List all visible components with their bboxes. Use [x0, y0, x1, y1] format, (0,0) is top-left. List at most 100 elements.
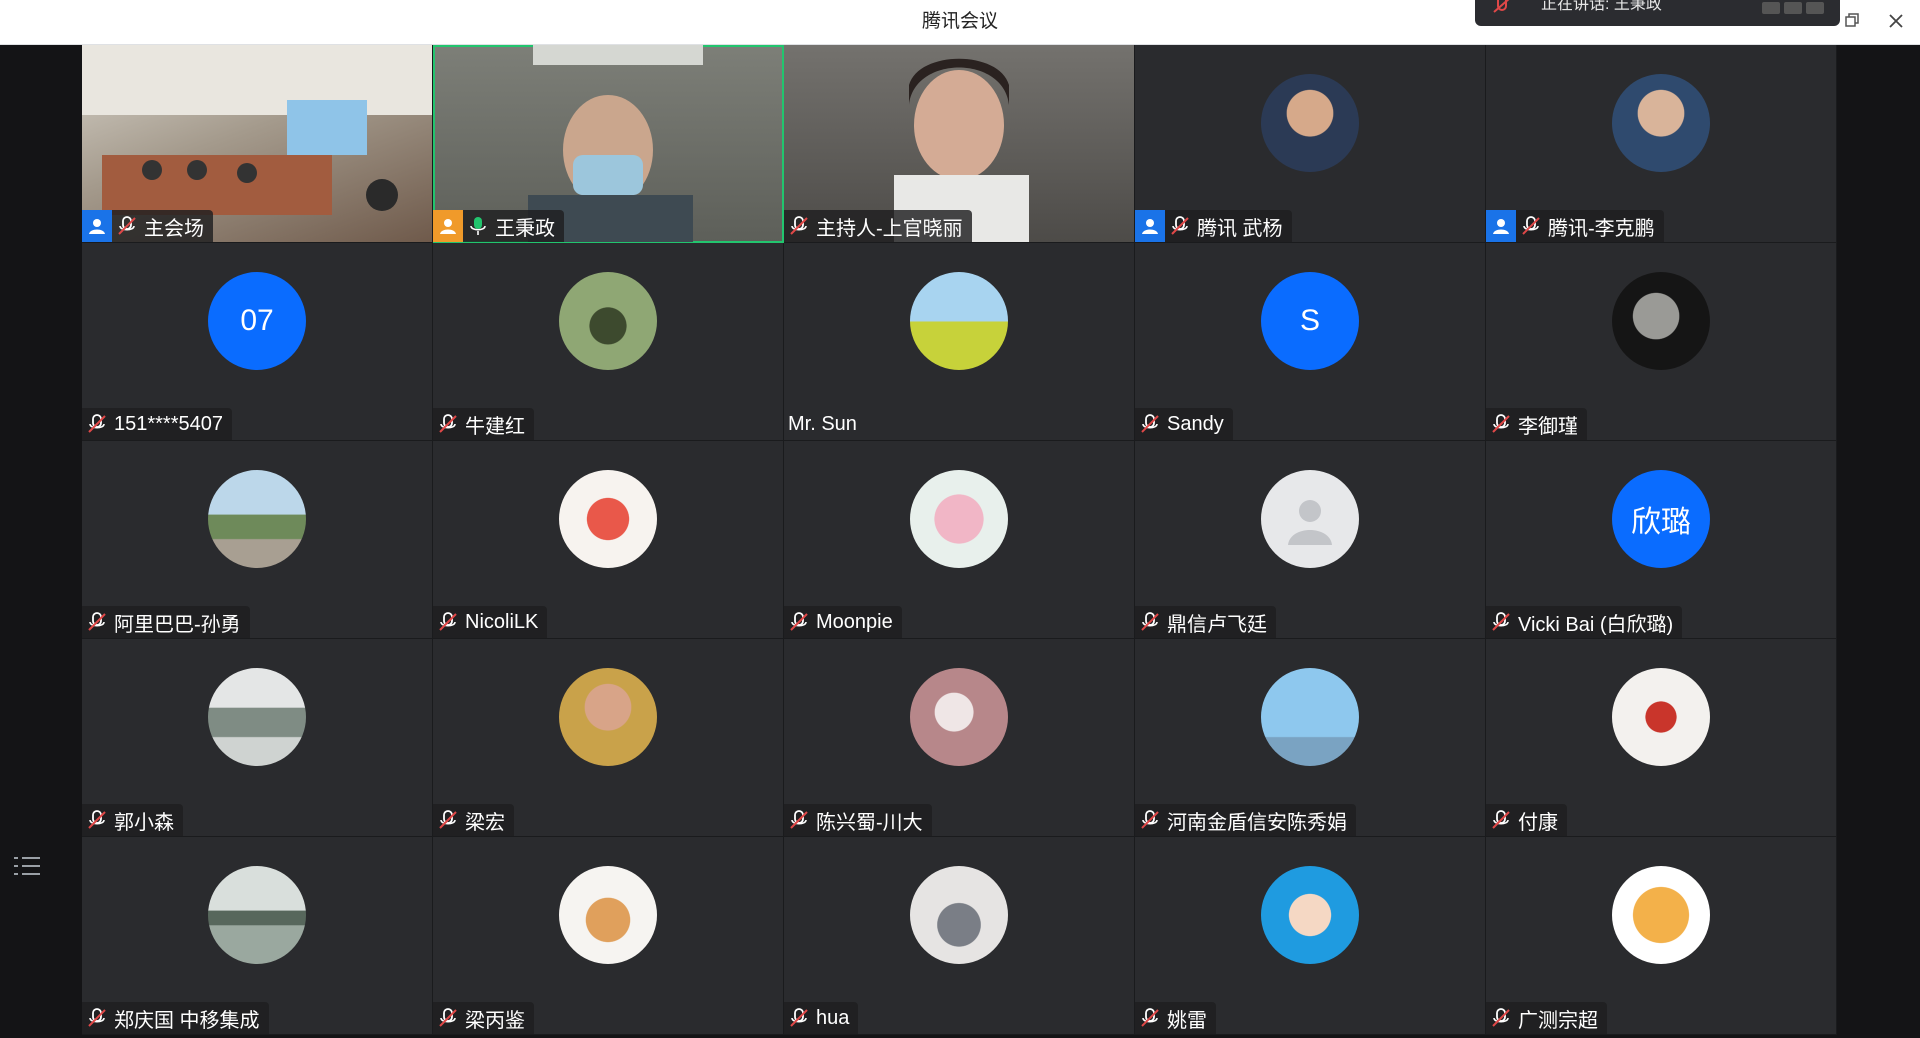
participant-avatar: [910, 668, 1008, 766]
participant-name-bar: Sandy: [1135, 408, 1233, 440]
participant-name: 河南金盾信安陈秀娟: [1167, 811, 1347, 834]
participant-tile[interactable]: 腾讯-李克鹏: [1486, 45, 1837, 243]
participant-tile[interactable]: 欣璐 Vicki Bai (白欣璐): [1486, 441, 1837, 639]
participant-name: 付康: [1518, 811, 1558, 834]
participant-tile[interactable]: Moonpie: [784, 441, 1135, 639]
participant-tile[interactable]: 李御瑾: [1486, 243, 1837, 441]
participant-avatar: [208, 470, 306, 568]
participant-name: 主会场: [144, 217, 204, 240]
participant-tile[interactable]: 鼎信卢飞廷: [1135, 441, 1486, 639]
mic-on-icon: [470, 217, 486, 235]
mic-muted-icon: [439, 612, 457, 631]
participant-tile[interactable]: 阿里巴巴-孙勇: [82, 441, 433, 639]
mic-muted-icon: [439, 414, 457, 433]
participant-tile[interactable]: hua: [784, 837, 1135, 1035]
participant-name: 阿里巴巴-孙勇: [114, 613, 241, 636]
participant-tile[interactable]: S Sandy: [1135, 243, 1486, 441]
participant-name-bar: 梁宏: [433, 804, 514, 836]
participant-avatar: [559, 470, 657, 568]
participant-avatar: [1612, 866, 1710, 964]
participant-avatar: [559, 668, 657, 766]
participant-name: NicoliLK: [465, 610, 539, 633]
participant-tile[interactable]: 07 151****5407: [82, 243, 433, 441]
participant-name-bar: 腾讯-李克鹏: [1486, 210, 1664, 242]
mic-muted-icon: [88, 1008, 106, 1027]
participant-avatar: [208, 668, 306, 766]
mic-muted-icon: [88, 612, 106, 631]
participant-tile[interactable]: 广测宗超: [1486, 837, 1837, 1035]
participant-name-bar: 河南金盾信安陈秀娟: [1135, 804, 1356, 836]
mic-muted-icon: [1493, 0, 1510, 13]
restore-window-icon[interactable]: [1840, 10, 1864, 34]
mic-muted-icon: [1492, 1008, 1510, 1027]
mic-muted-icon: [118, 216, 136, 235]
participant-list-icon[interactable]: [14, 855, 40, 877]
participant-avatar: [910, 272, 1008, 370]
mic-muted-icon: [1492, 810, 1510, 829]
participant-name-bar: 陈兴蜀-川大: [784, 804, 932, 836]
participant-tile[interactable]: 主会场: [82, 45, 433, 243]
participant-name-bar: NicoliLK: [433, 606, 548, 638]
mic-muted-icon: [1141, 414, 1159, 433]
participant-avatar-initials: 欣璐: [1612, 470, 1710, 568]
participant-tile[interactable]: 腾讯 武杨: [1135, 45, 1486, 243]
participant-name-bar: Mr. Sun: [784, 408, 866, 440]
participant-tile[interactable]: 主持人-上官晓丽: [784, 45, 1135, 243]
participant-name-bar: 王秉政: [433, 210, 564, 242]
participant-name: 鼎信卢飞廷: [1167, 613, 1267, 636]
participant-avatar: [208, 866, 306, 964]
participant-name: 王秉政: [495, 217, 555, 240]
participant-tile-active-speaker[interactable]: 王秉政: [433, 45, 784, 243]
participant-tile[interactable]: 郭小森: [82, 639, 433, 837]
participant-grid: 主会场 王秉政 主持人-上官晓丽 腾讯 武杨 腾讯-李克鹏 07 151****…: [82, 45, 1837, 1035]
participant-tile[interactable]: 姚雷: [1135, 837, 1486, 1035]
participant-avatar-initials: S: [1261, 272, 1359, 370]
video-stage: 主会场 王秉政 主持人-上官晓丽 腾讯 武杨 腾讯-李克鹏 07 151****…: [0, 45, 1920, 1038]
user-badge-icon: [82, 210, 112, 242]
user-badge-icon: [1135, 210, 1165, 242]
participant-name: 陈兴蜀-川大: [816, 811, 923, 834]
mic-muted-icon: [1141, 1008, 1159, 1027]
mic-muted-icon: [1522, 216, 1540, 235]
participant-name: 151****5407: [114, 412, 223, 435]
participant-tile[interactable]: Mr. Sun: [784, 243, 1135, 441]
participant-name-bar: hua: [784, 1002, 859, 1034]
participant-name: Mr. Sun: [788, 412, 857, 435]
participant-name: Vicki Bai (白欣璐): [1518, 613, 1674, 636]
participant-tile[interactable]: 郑庆国 中移集成: [82, 837, 433, 1035]
participant-tile[interactable]: 梁丙鉴: [433, 837, 784, 1035]
participant-name: 李御瑾: [1518, 415, 1578, 438]
participant-name: 梁丙鉴: [465, 1009, 525, 1032]
mic-muted-icon: [439, 1008, 457, 1027]
mic-muted-icon: [1141, 612, 1159, 631]
speaker-thumbnails: [1762, 0, 1828, 14]
participant-tile[interactable]: 牛建红: [433, 243, 784, 441]
participant-name: 广测宗超: [1518, 1009, 1598, 1032]
participant-tile[interactable]: NicoliLK: [433, 441, 784, 639]
participant-tile[interactable]: 梁宏: [433, 639, 784, 837]
close-window-icon[interactable]: [1884, 10, 1908, 34]
participant-name-bar: 阿里巴巴-孙勇: [82, 606, 250, 638]
mic-muted-icon: [88, 810, 106, 829]
mic-muted-icon: [790, 1008, 808, 1027]
participant-avatar: [1261, 74, 1359, 172]
participant-name: 腾讯 武杨: [1197, 217, 1283, 240]
participant-name: hua: [816, 1006, 850, 1029]
participant-avatar: [1612, 668, 1710, 766]
default-avatar-icon: [1261, 470, 1359, 568]
participant-tile[interactable]: 付康: [1486, 639, 1837, 837]
participant-name: Moonpie: [816, 610, 893, 633]
participant-tile[interactable]: 河南金盾信安陈秀娟: [1135, 639, 1486, 837]
participant-avatar: [1612, 272, 1710, 370]
mic-muted-icon: [88, 414, 106, 433]
title-bar: 腾讯会议 正在讲话: 王秉政: [0, 0, 1920, 45]
mic-muted-icon: [1492, 414, 1510, 433]
speaking-text: 正在讲话: 王秉政: [1541, 0, 1662, 13]
participant-avatar-initials: 07: [208, 272, 306, 370]
participant-avatar: [1612, 74, 1710, 172]
mic-muted-icon: [1492, 612, 1510, 631]
participant-name-bar: 姚雷: [1135, 1002, 1216, 1034]
participant-name: Sandy: [1167, 412, 1224, 435]
participant-tile[interactable]: 陈兴蜀-川大: [784, 639, 1135, 837]
participant-name: 郭小森: [114, 811, 174, 834]
